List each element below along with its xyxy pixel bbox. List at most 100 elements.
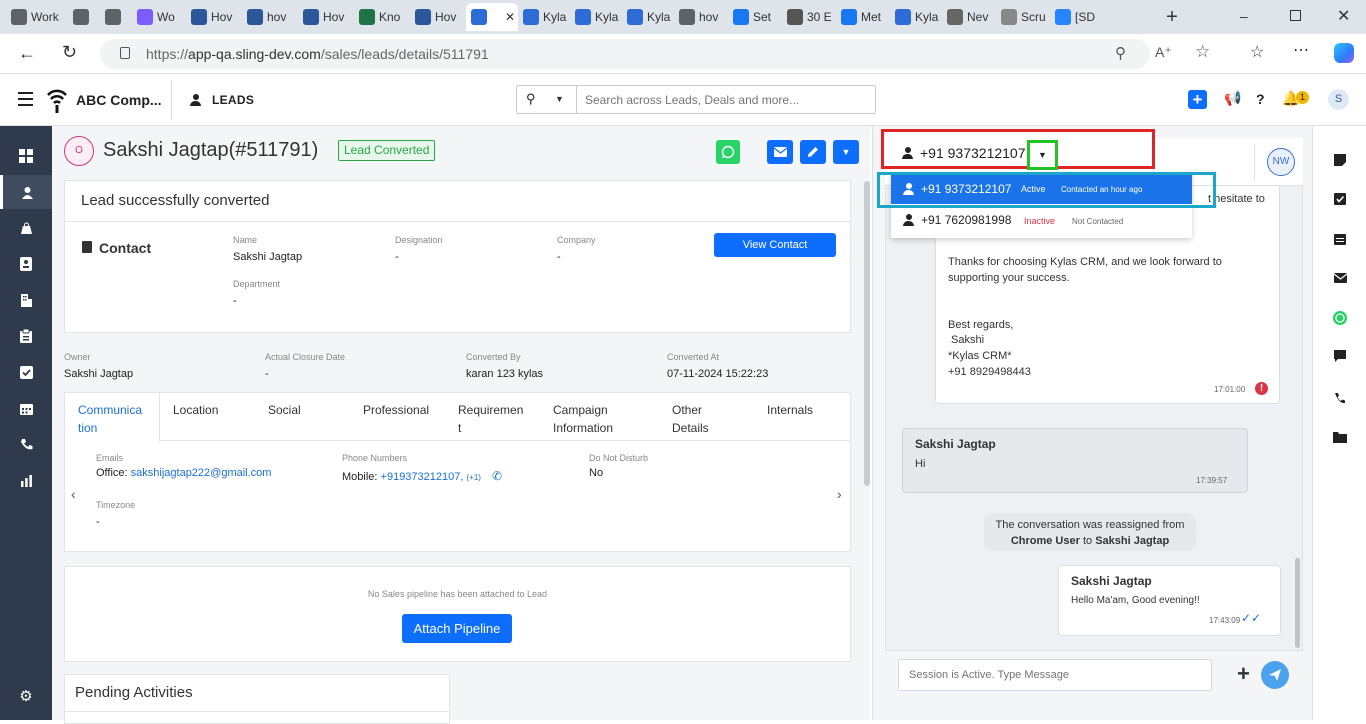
browser-tab[interactable]: Kyla [622, 3, 674, 31]
search-scope-dropdown[interactable]: ▼ [555, 94, 564, 104]
copilot-icon[interactable] [1334, 43, 1354, 63]
more-options-icon[interactable]: ⋯ [1293, 40, 1309, 60]
user-avatar[interactable]: S [1328, 89, 1349, 110]
sidebar-item-contacts[interactable] [0, 247, 52, 281]
tab-internals[interactable]: Internals [767, 401, 813, 419]
browser-tab[interactable]: Hov [298, 3, 354, 31]
more-actions-dropdown[interactable]: ▼ [833, 140, 859, 164]
phone-option-2[interactable]: +91 7620981998 Inactive Not Contacted [891, 207, 1192, 237]
favorite-star-icon[interactable]: ☆ [1195, 42, 1210, 62]
sidebar-item-calls[interactable] [0, 427, 52, 461]
browser-tab[interactable]: Kno [354, 3, 410, 31]
message-input[interactable] [898, 659, 1212, 691]
browser-tab[interactable]: Nev [942, 3, 996, 31]
browser-tab[interactable]: Kyla [518, 3, 570, 31]
phone-dropdown-toggle[interactable]: ▼ [1027, 140, 1058, 170]
selected-phone-number: +91 9373212107 [920, 145, 1026, 161]
favorites-icon[interactable]: ☆ [1250, 42, 1264, 62]
view-contact-button[interactable]: View Contact [714, 233, 836, 257]
tabs-next-arrow[interactable]: › [837, 486, 842, 502]
browser-tab[interactable]: 30 E [782, 3, 836, 31]
search-icon [679, 9, 695, 25]
browser-tab[interactable]: hov [242, 3, 298, 31]
browser-tab[interactable] [100, 3, 132, 31]
sidebar-item-deals[interactable] [0, 211, 52, 245]
error-icon[interactable]: ! [1255, 382, 1268, 395]
calendar-icon[interactable] [1331, 230, 1349, 248]
hamburger-menu-icon[interactable] [18, 92, 33, 106]
phone-link[interactable]: +919373212107, [381, 471, 464, 483]
send-button[interactable] [1261, 661, 1289, 689]
task-check-icon[interactable] [1331, 190, 1349, 208]
field-label: Company [557, 235, 596, 245]
global-search-input[interactable] [585, 90, 870, 109]
email-icon[interactable] [1331, 269, 1349, 287]
company-name[interactable]: ABC Comp... [76, 92, 162, 108]
main-scrollbar[interactable] [864, 181, 870, 486]
browser-tab[interactable]: Hov [410, 3, 466, 31]
close-tab-icon[interactable]: ✕ [505, 10, 515, 24]
sidebar-item-settings[interactable]: ⚙ [0, 679, 52, 713]
minimize-button[interactable]: – [1240, 8, 1248, 24]
back-icon[interactable]: ← [18, 43, 36, 64]
announcement-icon[interactable]: 📢 [1224, 90, 1241, 107]
edit-button[interactable] [800, 140, 826, 164]
sidebar-item-quotes[interactable] [0, 319, 52, 353]
browser-tab[interactable]: hov [674, 3, 728, 31]
browser-tab[interactable] [68, 3, 100, 31]
attach-pipeline-button[interactable]: Attach Pipeline [402, 614, 512, 643]
sidebar-item-reports[interactable] [0, 463, 52, 497]
tab-social[interactable]: Social [268, 401, 301, 419]
browser-tab[interactable]: Met [836, 3, 890, 31]
more-phones-link[interactable]: (+1) [467, 473, 481, 482]
browser-tab[interactable]: Set [728, 3, 782, 31]
phone-icon[interactable] [1331, 389, 1349, 407]
phone-call-icon[interactable]: ✆ [492, 469, 502, 483]
whatsapp-icon[interactable] [1331, 309, 1349, 327]
tabs-prev-arrow[interactable]: ‹ [71, 486, 76, 502]
browser-tab[interactable]: ✕ [466, 3, 518, 31]
reload-icon[interactable]: ↻ [62, 42, 77, 63]
tab-requirement[interactable]: Requiremen t [458, 401, 523, 437]
browser-tab[interactable]: Kyla [890, 3, 942, 31]
new-tab-button[interactable]: + [1163, 7, 1181, 27]
tab-professional[interactable]: Professional [363, 401, 429, 419]
browser-tab[interactable]: Hov [186, 3, 242, 31]
sidebar-item-tasks[interactable] [0, 355, 52, 389]
browser-tab[interactable]: Work [6, 3, 68, 31]
whatsapp-button[interactable] [716, 140, 740, 164]
tab-location[interactable]: Location [173, 401, 218, 419]
note-icon[interactable] [1331, 151, 1349, 169]
browser-tab[interactable]: Wo [132, 3, 186, 31]
tab-communication[interactable]: Communica tion [65, 393, 160, 442]
sidebar-item-companies[interactable] [0, 283, 52, 317]
tab-other-details[interactable]: Other Details [672, 401, 709, 437]
pipeline-empty-message: No Sales pipeline has been attached to L… [367, 589, 548, 599]
browser-tab[interactable]: Scru [996, 3, 1050, 31]
email-link[interactable]: sakshijagtap222@gmail.com [131, 467, 272, 479]
quick-add-button[interactable]: + [1188, 90, 1207, 109]
sidebar-item-meetings[interactable] [0, 391, 52, 425]
zoom-icon[interactable]: ⚲ [1115, 44, 1126, 62]
option-status: Active [1021, 184, 1046, 194]
url-field[interactable]: https://app-qa.sling-dev.com/sales/leads… [100, 39, 1210, 69]
sidebar-item-leads[interactable] [0, 175, 52, 209]
agent-avatar[interactable]: NW [1267, 148, 1295, 176]
read-aloud-icon[interactable]: A⁺ [1155, 44, 1172, 61]
phone-option-1[interactable]: +91 9373212107 Active Contacted an hour … [891, 175, 1192, 204]
phone-selector[interactable]: +91 9373212107 ▼ [881, 129, 1155, 170]
attach-plus-button[interactable]: + [1237, 661, 1250, 687]
folder-icon[interactable] [1331, 428, 1349, 446]
help-icon[interactable]: ? [1256, 91, 1265, 107]
browser-tab[interactable]: [SD [1050, 3, 1104, 31]
maximize-button[interactable] [1290, 10, 1301, 21]
close-window-button[interactable]: ✕ [1337, 6, 1350, 26]
browser-tab[interactable]: Kyla [570, 3, 622, 31]
tab-campaign-information[interactable]: Campaign Information [553, 401, 613, 437]
chat-bubble-icon[interactable] [1331, 347, 1349, 365]
sidebar-item-dashboard[interactable] [0, 139, 52, 173]
search-icon[interactable]: ⚲ [526, 91, 536, 107]
email-button[interactable] [767, 140, 793, 164]
chat-scrollbar[interactable] [1295, 558, 1300, 648]
tab-label: Hov [435, 10, 457, 24]
